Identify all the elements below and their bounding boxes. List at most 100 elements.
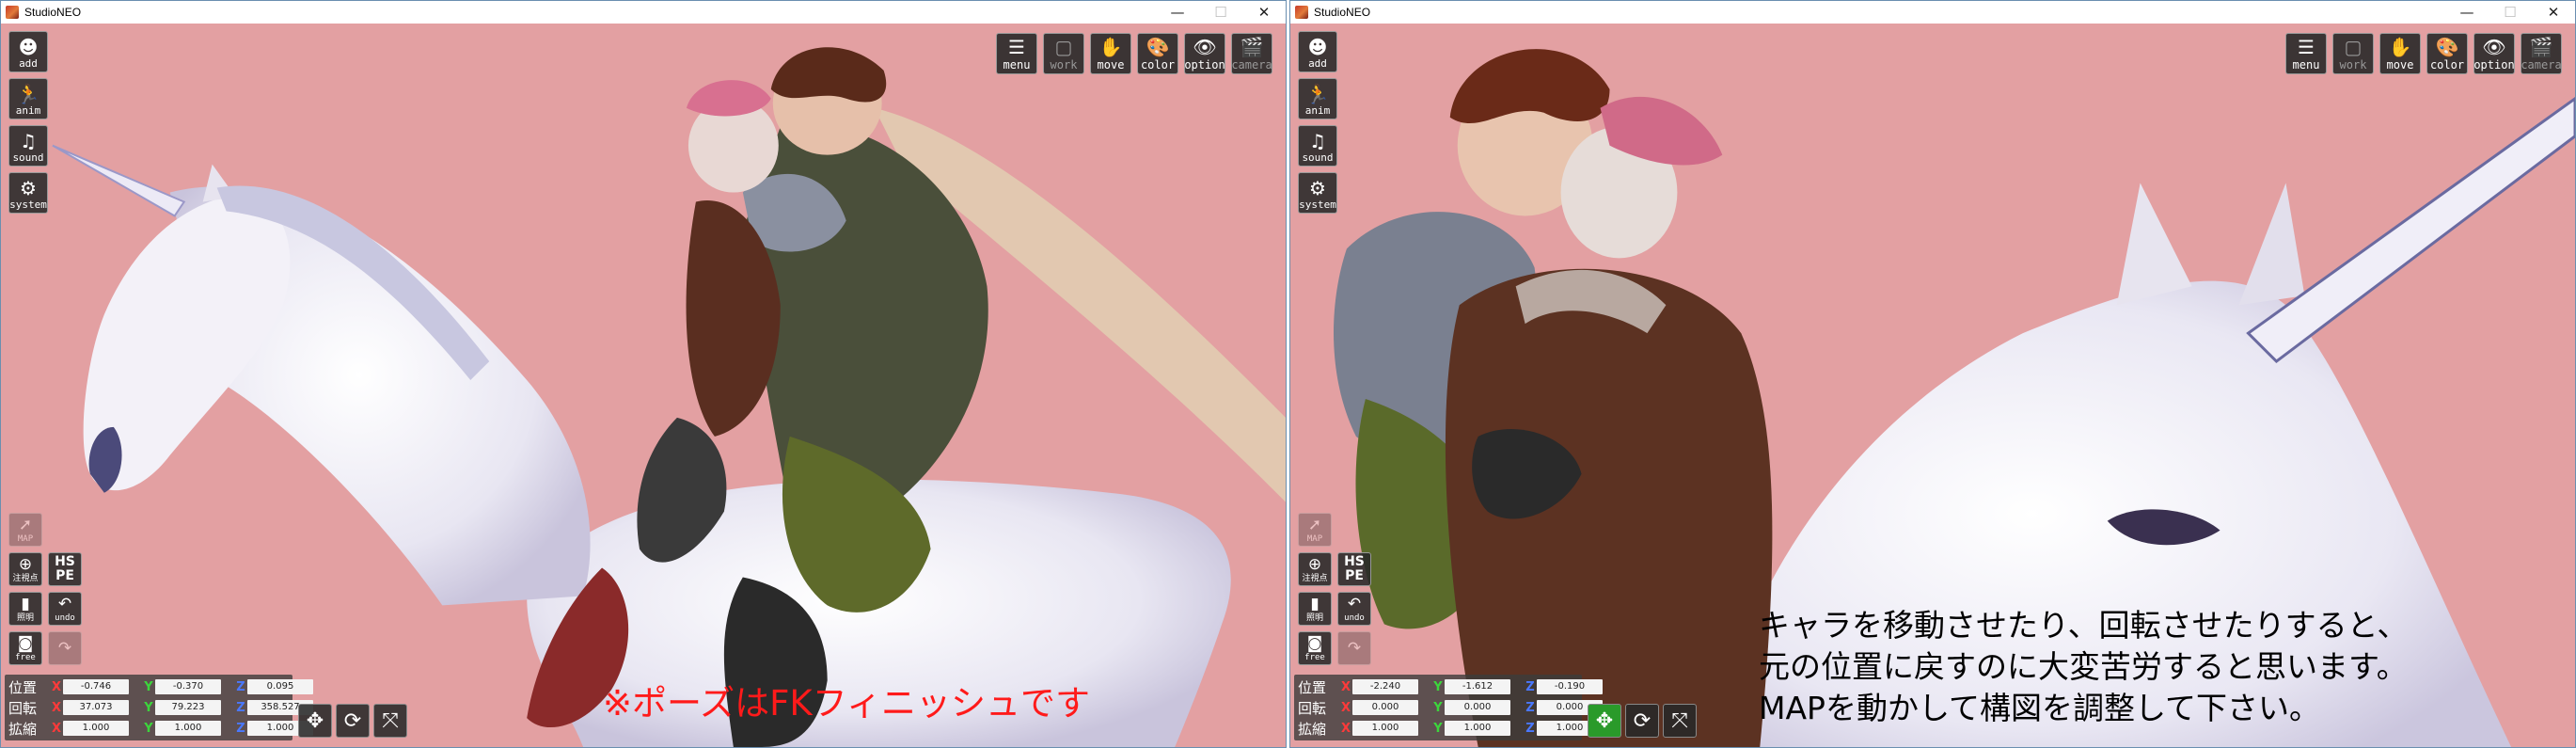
gears-icon: ⚙ xyxy=(20,177,37,199)
eye-icon: 👁 xyxy=(2482,36,2506,58)
sound-button[interactable]: ♫ sound xyxy=(1298,125,1337,167)
system-button[interactable]: ⚙ system xyxy=(1298,172,1337,214)
position-y-field[interactable]: -1.612 xyxy=(1445,679,1510,694)
rotation-row: 回転 X 37.073 Y 79.223 Z 358.527 xyxy=(8,698,326,717)
redo-button[interactable]: ↷ xyxy=(1337,631,1371,665)
undo-button[interactable]: ↶ undo xyxy=(1337,592,1371,626)
minimize-button[interactable]: — xyxy=(2445,1,2489,24)
scale-gizmo-button[interactable]: ⤧ xyxy=(373,704,407,738)
scale-row: 拡縮 X 1.000 Y 1.000 Z 1.000 xyxy=(8,719,326,738)
window-title: StudioNEO xyxy=(1314,6,1371,19)
position-x-field[interactable]: -0.746 xyxy=(63,679,129,694)
title-bar[interactable]: StudioNEO — ☐ ✕ xyxy=(1290,1,2575,24)
system-button[interactable]: ⚙ system xyxy=(8,172,48,214)
app-icon xyxy=(6,6,19,19)
lighting-button[interactable]: ▮ 照明 xyxy=(1298,592,1332,626)
running-figure-icon: 🏃 xyxy=(1305,83,1330,105)
move-button[interactable]: ✋ move xyxy=(2379,33,2421,74)
minimize-button[interactable]: — xyxy=(1156,1,1199,24)
camera-button[interactable]: 🎬 camera xyxy=(1231,33,1272,74)
caption-text: ※ポーズはFKフィニッシュです xyxy=(603,683,1090,724)
sound-button[interactable]: ♫ sound xyxy=(8,125,48,167)
list-icon: ☰ xyxy=(2298,36,2315,58)
color-button[interactable]: 🎨 color xyxy=(2426,33,2468,74)
rotation-row: 回転 X 0.000 Y 0.000 Z 0.000 xyxy=(1298,698,1616,717)
position-x-field[interactable]: -2.240 xyxy=(1352,679,1418,694)
camera-icon: ◙ xyxy=(1306,633,1323,653)
option-button[interactable]: 👁 option xyxy=(1184,33,1225,74)
move-arrows-icon: ✥ xyxy=(306,708,324,733)
eye-icon: 👁 xyxy=(1193,36,1217,58)
move-gizmo-button[interactable]: ✥ xyxy=(1588,704,1621,738)
maximize-button[interactable]: ☐ xyxy=(1199,1,1242,24)
anim-button[interactable]: 🏃 anim xyxy=(1298,78,1337,119)
free-camera-button[interactable]: ◙ free xyxy=(1298,631,1332,665)
window-icon: ▢ xyxy=(1054,36,1073,58)
scale-icon: ⤧ xyxy=(1671,708,1688,733)
window-title: StudioNEO xyxy=(24,6,82,19)
close-button[interactable]: ✕ xyxy=(1242,1,1286,24)
move-gizmo-button[interactable]: ✥ xyxy=(298,704,332,738)
map-button[interactable]: ➚ MAP xyxy=(8,513,42,547)
studio-window-right: StudioNEO — ☐ ✕ ☰ menu ▢ work ✋ move 🎨 c… xyxy=(1289,0,2576,748)
add-button[interactable]: ☻ add xyxy=(1298,31,1337,72)
work-button[interactable]: ▢ work xyxy=(2332,33,2374,74)
undo-button[interactable]: ↶ undo xyxy=(48,592,82,626)
transform-panel: 位置 X -0.746 Y -0.370 Z 0.095 回転 X 37.073 Y 79… xyxy=(5,675,313,740)
window-icon: ▢ xyxy=(2344,36,2363,58)
add-point-button[interactable]: ⊕ 注視点 xyxy=(8,552,42,586)
hspe-button[interactable]: HS PE xyxy=(1337,552,1371,586)
maximize-button[interactable]: ☐ xyxy=(2489,1,2532,24)
free-camera-button[interactable]: ◙ free xyxy=(8,631,42,665)
color-button[interactable]: 🎨 color xyxy=(1137,33,1178,74)
camera-button[interactable]: 🎬 camera xyxy=(2521,33,2562,74)
rotate-gizmo-button[interactable]: ⟳ xyxy=(1625,704,1659,738)
work-button[interactable]: ▢ work xyxy=(1043,33,1084,74)
title-bar[interactable]: StudioNEO — ☐ ✕ xyxy=(1,1,1286,24)
rotation-x-field[interactable]: 37.073 xyxy=(63,700,129,715)
pointer-arrow-icon: ➚ xyxy=(1307,515,1322,534)
person-icon: ☻ xyxy=(1307,36,1328,58)
scene-render-left xyxy=(52,47,1286,747)
rotation-y-field[interactable]: 0.000 xyxy=(1445,700,1510,715)
running-figure-icon: 🏃 xyxy=(16,83,40,105)
menu-button[interactable]: ☰ menu xyxy=(996,33,1037,74)
move-arrows-icon: ✥ xyxy=(1595,708,1614,733)
palette-icon: 🎨 xyxy=(1146,36,1170,58)
lamp-icon: ▮ xyxy=(1310,594,1320,613)
add-point-button[interactable]: ⊕ 注視点 xyxy=(1298,552,1332,586)
window-controls: — ☐ ✕ xyxy=(2445,1,2575,24)
undo-arrow-icon: ↶ xyxy=(57,594,72,613)
hspe-button[interactable]: HS PE xyxy=(48,552,82,586)
move-button[interactable]: ✋ move xyxy=(1090,33,1131,74)
plus-circle-icon: ⊕ xyxy=(1307,554,1322,574)
lighting-button[interactable]: ▮ 照明 xyxy=(8,592,42,626)
list-icon: ☰ xyxy=(1008,36,1025,58)
scale-y-field[interactable]: 1.000 xyxy=(1445,721,1510,736)
map-button[interactable]: ➚ MAP xyxy=(1298,513,1332,547)
palette-icon: 🎨 xyxy=(2435,36,2459,58)
redo-arrow-icon: ↷ xyxy=(1347,638,1362,658)
scene-viewport[interactable]: ☰ menu ▢ work ✋ move 🎨 color 👁 option 🎬 camera… xyxy=(1,24,1286,747)
position-y-field[interactable]: -0.370 xyxy=(155,679,221,694)
rotation-x-field[interactable]: 0.000 xyxy=(1352,700,1418,715)
position-z-field[interactable]: 0.095 xyxy=(247,679,313,694)
scale-y-field[interactable]: 1.000 xyxy=(155,721,221,736)
scale-x-field[interactable]: 1.000 xyxy=(1352,721,1418,736)
option-button[interactable]: 👁 option xyxy=(2473,33,2515,74)
app-icon xyxy=(1295,6,1308,19)
scale-gizmo-button[interactable]: ⤧ xyxy=(1663,704,1697,738)
anim-button[interactable]: 🏃 anim xyxy=(8,78,48,119)
caption-line: 元の位置に戻すのに大変苦労すると思います。 xyxy=(1759,648,2408,685)
rotation-y-field[interactable]: 79.223 xyxy=(155,700,221,715)
add-button[interactable]: ☻ add xyxy=(8,31,48,72)
position-z-field[interactable]: -0.190 xyxy=(1537,679,1603,694)
scene-viewport[interactable]: ☰ menu ▢ work ✋ move 🎨 color 👁 option 🎬 camera… xyxy=(1290,24,2575,747)
menu-button[interactable]: ☰ menu xyxy=(2285,33,2327,74)
rotate-icon: ⟳ xyxy=(1633,708,1651,733)
close-button[interactable]: ✕ xyxy=(2532,1,2575,24)
redo-button[interactable]: ↷ xyxy=(48,631,82,665)
rotate-gizmo-button[interactable]: ⟳ xyxy=(336,704,370,738)
scale-x-field[interactable]: 1.000 xyxy=(63,721,129,736)
camera-icon: ◙ xyxy=(17,633,34,653)
